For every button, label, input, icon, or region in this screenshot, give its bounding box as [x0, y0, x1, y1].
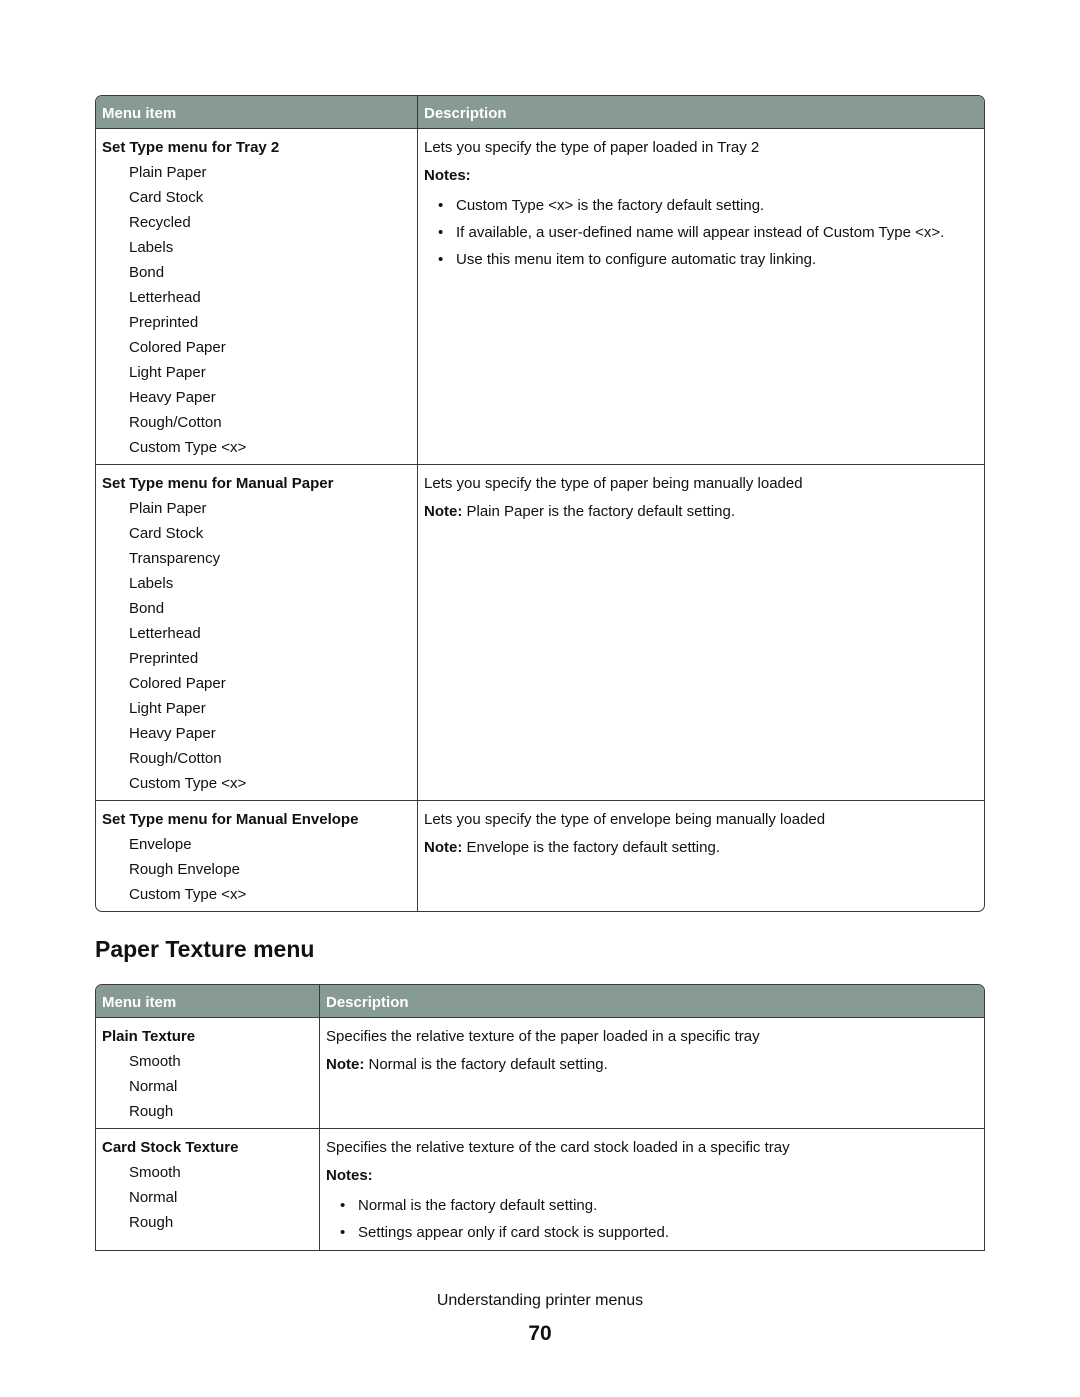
menu-item-title: Set Type menu for Manual Envelope: [102, 811, 359, 828]
menu-item-cell: Set Type menu for Tray 2 Plain Paper Car…: [96, 129, 418, 464]
note-label: Note:: [424, 839, 463, 856]
note-line: Note: Normal is the factory default sett…: [326, 1052, 978, 1077]
menu-option: Bond: [129, 264, 165, 281]
menu-option: Normal: [129, 1078, 178, 1095]
note-item: Custom Type <x> is the factory default s…: [438, 192, 978, 219]
menu-item-cell: Plain Texture Smooth Normal Rough: [96, 1018, 320, 1128]
menu-option: Heavy Paper: [129, 725, 216, 742]
menu-option: Labels: [129, 239, 174, 256]
note-item: Use this menu item to configure automati…: [438, 246, 978, 273]
table-header-row: Menu item Description: [96, 985, 984, 1017]
table-header-row: Menu item Description: [96, 96, 984, 128]
description-cell: Lets you specify the type of envelope be…: [418, 801, 984, 911]
menu-option: Letterhead: [129, 289, 201, 306]
description-cell: Lets you specify the type of paper being…: [418, 465, 984, 800]
menu-item-title: Set Type menu for Manual Paper: [102, 475, 334, 492]
section-title: Paper Texture menu: [95, 936, 315, 962]
header-menu-item: Menu item: [96, 985, 320, 1017]
notes-list: Normal is the factory default setting. S…: [326, 1192, 978, 1246]
description-text: Specifies the relative texture of the ca…: [326, 1139, 790, 1156]
menu-option: Preprinted: [129, 314, 199, 331]
menu-option: Colored Paper: [129, 339, 226, 356]
menu-option: Preprinted: [129, 650, 199, 667]
menu-option: Light Paper: [129, 700, 206, 717]
menu-item-title: Set Type menu for Tray 2: [102, 139, 280, 156]
description-text: Lets you specify the type of paper being…: [424, 475, 803, 492]
menu-item-title: Plain Texture: [102, 1028, 196, 1045]
menu-option: Card Stock: [129, 189, 204, 206]
menu-option: Custom Type <x>: [129, 886, 247, 903]
note-line: Note: Envelope is the factory default se…: [424, 835, 978, 860]
header-description: Description: [424, 105, 507, 122]
table-row: Set Type menu for Manual Envelope Envelo…: [96, 800, 984, 911]
notes-list: Custom Type <x> is the factory default s…: [424, 192, 978, 273]
menu-option: Rough: [129, 1103, 174, 1120]
table-row: Plain Texture Smooth Normal Rough Specif…: [96, 1017, 984, 1128]
menu-option: Letterhead: [129, 625, 201, 642]
menu-option: Rough/Cotton: [129, 414, 222, 431]
note-item: If available, a user-defined name will a…: [438, 219, 978, 246]
description-text: Lets you specify the type of paper loade…: [424, 139, 760, 156]
notes-label: Notes:: [424, 167, 471, 184]
menu-option: Bond: [129, 600, 165, 617]
note-text: Plain Paper is the factory default setti…: [466, 503, 735, 520]
menu-option: Light Paper: [129, 364, 206, 381]
menu-option: Plain Paper: [129, 500, 207, 517]
menu-option: Card Stock: [129, 525, 204, 542]
menu-option: Normal: [129, 1189, 178, 1206]
description-cell: Specifies the relative texture of the ca…: [320, 1129, 984, 1250]
description-cell: Specifies the relative texture of the pa…: [320, 1018, 984, 1128]
menu-option: Plain Paper: [129, 164, 207, 181]
note-text: Envelope is the factory default setting.: [466, 839, 720, 856]
note-text: Normal is the factory default setting.: [368, 1056, 608, 1073]
description-cell: Lets you specify the type of paper loade…: [418, 129, 984, 464]
menu-item-cell: Card Stock Texture Smooth Normal Rough: [96, 1129, 320, 1250]
menu-item-cell: Set Type menu for Manual Paper Plain Pap…: [96, 465, 418, 800]
menu-option: Labels: [129, 575, 174, 592]
header-menu-item: Menu item: [96, 96, 418, 128]
menu-option: Colored Paper: [129, 675, 226, 692]
notes-label: Notes:: [326, 1167, 373, 1184]
set-type-menu-table: Menu item Description Set Type menu for …: [95, 95, 985, 912]
table-row: Set Type menu for Manual Paper Plain Pap…: [96, 464, 984, 800]
table-row: Card Stock Texture Smooth Normal Rough S…: [96, 1128, 984, 1250]
paper-texture-table: Menu item Description Plain Texture Smoo…: [95, 984, 985, 1251]
description-text: Lets you specify the type of envelope be…: [424, 811, 826, 828]
menu-option: Heavy Paper: [129, 389, 216, 406]
note-label: Note:: [326, 1056, 365, 1073]
description-text: Specifies the relative texture of the pa…: [326, 1028, 760, 1045]
menu-option: Custom Type <x>: [129, 439, 247, 456]
menu-item-cell: Set Type menu for Manual Envelope Envelo…: [96, 801, 418, 911]
menu-option: Transparency: [129, 550, 221, 567]
note-label: Note:: [424, 503, 463, 520]
menu-option: Rough/Cotton: [129, 750, 222, 767]
menu-option: Envelope: [129, 836, 192, 853]
menu-option: Rough Envelope: [129, 861, 240, 878]
note-item: Normal is the factory default setting.: [340, 1192, 978, 1219]
table-row: Set Type menu for Tray 2 Plain Paper Car…: [96, 128, 984, 464]
menu-option: Smooth: [129, 1053, 181, 1070]
footer-chapter-title: Understanding printer menus: [436, 1292, 644, 1309]
menu-option: Smooth: [129, 1164, 181, 1181]
menu-option: Custom Type <x>: [129, 775, 247, 792]
note-line: Note: Plain Paper is the factory default…: [424, 499, 978, 524]
menu-item-title: Card Stock Texture: [102, 1139, 239, 1156]
menu-option: Rough: [129, 1214, 174, 1231]
note-item: Settings appear only if card stock is su…: [340, 1219, 978, 1246]
menu-option: Recycled: [129, 214, 191, 231]
page-number: 70: [528, 1322, 552, 1345]
header-description: Description: [326, 994, 409, 1011]
